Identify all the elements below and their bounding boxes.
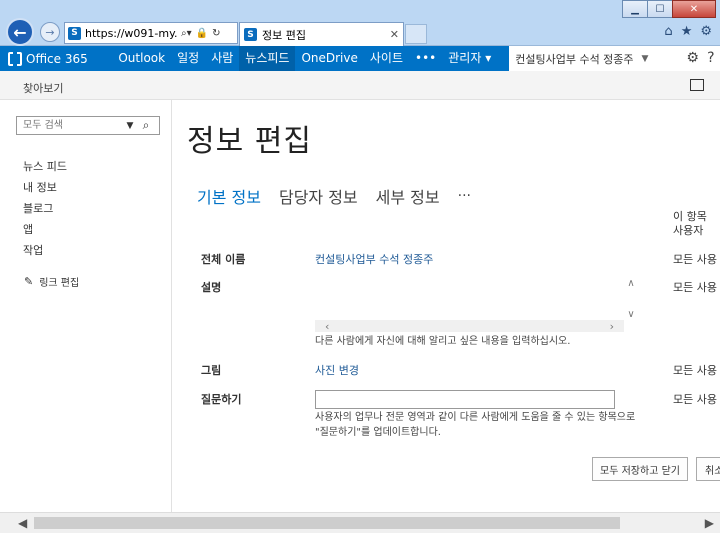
- privacy-column-header: 이 항목 사용자: [673, 210, 707, 238]
- nav-item-tasks[interactable]: 작업: [23, 240, 67, 261]
- browser-tab[interactable]: S 정보 편집 ✕: [239, 22, 404, 46]
- change-photo-link[interactable]: 사진 변경: [315, 362, 359, 378]
- settings-icon[interactable]: ⚙: [683, 46, 702, 71]
- sharepoint-icon: S: [68, 26, 81, 40]
- ask-hint-line1: 사용자의 업무나 전문 영역과 같이 다른 사람에게 도움을 줄 수 있는 항목…: [315, 412, 636, 423]
- privacy-header-line2: 사용자: [673, 224, 704, 237]
- browser-toolbar-icons: ⌂ ★ ⚙: [664, 24, 712, 39]
- cancel-button[interactable]: 취소: [696, 457, 720, 481]
- nav-item-about-me[interactable]: 내 정보: [23, 177, 67, 198]
- scroll-up-icon[interactable]: ∧: [627, 278, 634, 289]
- maximize-icon[interactable]: ☐: [647, 0, 673, 18]
- address-bar[interactable]: S https://w091-my.s... ⌕▾ 🔒 ↻: [64, 22, 238, 44]
- scroll-down-icon[interactable]: ∨: [627, 309, 634, 320]
- ribbon-tab-browse[interactable]: 찾아보기: [23, 80, 63, 96]
- help-icon[interactable]: ?: [701, 46, 720, 71]
- office365-label: Office 365: [26, 51, 88, 66]
- sharepoint-tab-icon: S: [244, 28, 257, 41]
- nav-item-blog[interactable]: 블로그: [23, 198, 67, 219]
- save-all-and-close-button[interactable]: 모두 저장하고 닫기: [592, 457, 688, 481]
- page-scroll-thumb[interactable]: [34, 517, 620, 529]
- settings-gear-icon[interactable]: ⚙: [700, 24, 712, 39]
- user-caret-icon: ▼: [641, 53, 649, 64]
- suite-link-newsfeed[interactable]: 뉴스피드: [239, 46, 296, 71]
- name-value: 컨설팅사업부 수석 정종주: [315, 253, 434, 266]
- user-name: 컨설팅사업부 수석 정종주: [515, 52, 634, 66]
- nav-item-apps[interactable]: 앱: [23, 219, 67, 240]
- name-label: 전체 이름: [201, 253, 246, 266]
- back-arrow-icon[interactable]: ←: [6, 18, 34, 46]
- about-horizontal-scrollbar[interactable]: ‹ ›: [315, 320, 624, 333]
- suite-link-outlook[interactable]: Outlook: [112, 46, 171, 71]
- picture-label: 그림: [201, 364, 222, 377]
- tab-basic-info[interactable]: 기본 정보: [197, 184, 261, 208]
- suite-link-people[interactable]: 사람: [205, 46, 239, 71]
- window-controls: ▁ ☐ ✕: [622, 0, 716, 18]
- ask-hint-line2: "질문하기"를 업데이트합니다.: [315, 427, 441, 438]
- tab-details[interactable]: 세부 정보: [376, 184, 440, 208]
- office-logo-icon: [8, 51, 22, 66]
- browser-chrome: ▁ ☐ ✕ ← → S https://w091-my.s... ⌕▾ 🔒 ↻ …: [0, 0, 720, 46]
- page-scroll-right-icon[interactable]: ▶: [705, 516, 714, 530]
- search-scope-caret-icon[interactable]: ▼: [123, 121, 137, 131]
- suite-link-more[interactable]: •••: [409, 46, 442, 71]
- about-vertical-scrollbar[interactable]: ∧ ∨: [624, 278, 638, 320]
- close-window-icon[interactable]: ✕: [672, 0, 716, 18]
- edit-links-label: 링크 편집: [39, 278, 80, 289]
- forward-arrow-icon[interactable]: →: [40, 22, 60, 42]
- favorites-star-icon[interactable]: ★: [681, 24, 693, 39]
- ribbon-bar: 찾아보기: [0, 71, 720, 100]
- admin-caret-icon: ▾: [485, 51, 492, 65]
- suite-nav: Outlook 일정 사람 뉴스피드 OneDrive 사이트 ••• 관리자 …: [112, 46, 497, 71]
- tab-title: 정보 편집: [262, 28, 306, 42]
- scroll-left-icon[interactable]: ‹: [325, 320, 329, 333]
- nav-item-newsfeed[interactable]: 뉴스 피드: [23, 156, 67, 177]
- left-nav: ▼ ⌕ 뉴스 피드 내 정보 블로그 앱 작업 ✎ 링크 편집: [0, 100, 172, 512]
- name-privacy[interactable]: 모든 사용: [673, 251, 717, 267]
- tab-more[interactable]: ...: [458, 184, 471, 208]
- main-content: 정보 편집 기본 정보 담당자 정보 세부 정보 ... 이 항목 사용자 전체…: [172, 100, 720, 512]
- profile-tabs: 기본 정보 담당자 정보 세부 정보 ...: [197, 184, 471, 208]
- minimize-icon[interactable]: ▁: [622, 0, 648, 18]
- tab-close-icon[interactable]: ✕: [390, 28, 399, 41]
- about-label: 설명: [201, 281, 222, 294]
- about-privacy[interactable]: 모든 사용: [673, 279, 717, 295]
- search-box: ▼ ⌕: [16, 116, 160, 135]
- suite-link-calendar[interactable]: 일정: [171, 46, 205, 71]
- suite-bar: Office 365 Outlook 일정 사람 뉴스피드 OneDrive 사…: [0, 46, 720, 71]
- suite-link-admin[interactable]: 관리자 ▾: [442, 46, 497, 71]
- scroll-right-icon[interactable]: ›: [610, 320, 614, 333]
- about-editor[interactable]: ∧ ∨ ‹ ›: [315, 278, 638, 333]
- ask-label: 질문하기: [201, 393, 242, 406]
- refresh-icon[interactable]: ↻: [212, 28, 220, 39]
- about-hint: 다른 사람에게 자신에 대해 알리고 싶은 내용을 입력하십시오.: [315, 336, 571, 347]
- user-menu[interactable]: 컨설팅사업부 수석 정종주 ▼: [509, 46, 684, 71]
- pencil-icon: ✎: [24, 275, 34, 288]
- ask-privacy[interactable]: 모든 사용: [673, 391, 717, 407]
- new-tab-button[interactable]: [405, 24, 427, 44]
- picture-privacy[interactable]: 모든 사용: [673, 362, 717, 378]
- ask-hint: 사용자의 업무나 전문 영역과 같이 다른 사람에게 도움을 줄 수 있는 항목…: [315, 410, 635, 440]
- page-horizontal-scrollbar[interactable]: ◀ ▶: [0, 512, 720, 533]
- search-icon[interactable]: ⌕: [137, 117, 155, 134]
- admin-label: 관리자: [448, 51, 482, 65]
- search-dropdown-icon[interactable]: ⌕▾: [181, 28, 192, 39]
- focus-on-content-icon[interactable]: [690, 79, 704, 91]
- quick-launch: 뉴스 피드 내 정보 블로그 앱 작업: [23, 156, 67, 261]
- ask-me-about-input[interactable]: [315, 390, 615, 409]
- suite-link-sites[interactable]: 사이트: [364, 46, 409, 71]
- edit-links-button[interactable]: ✎ 링크 편집: [24, 274, 79, 289]
- search-input[interactable]: [17, 117, 123, 134]
- suite-link-onedrive[interactable]: OneDrive: [295, 46, 363, 71]
- page-scroll-left-icon[interactable]: ◀: [18, 516, 27, 530]
- lock-icon[interactable]: 🔒: [196, 28, 208, 39]
- tab-contact-info[interactable]: 담당자 정보: [279, 184, 358, 208]
- office365-brand[interactable]: Office 365: [0, 46, 112, 71]
- home-icon[interactable]: ⌂: [664, 24, 672, 39]
- page-title: 정보 편집: [187, 124, 312, 159]
- address-url[interactable]: https://w091-my.s...: [85, 27, 177, 40]
- privacy-header-line1: 이 항목: [673, 210, 707, 223]
